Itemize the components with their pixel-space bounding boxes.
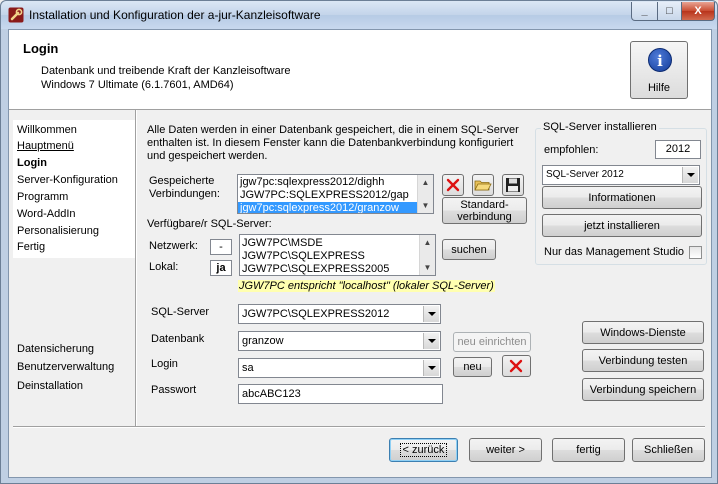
standard-connection-label-2: verbindung — [457, 210, 512, 223]
nav-item-datensicherung[interactable]: Datensicherung — [17, 343, 94, 355]
sql-version-select[interactable]: SQL-Server 2012 — [542, 165, 700, 185]
nav-item-personalisierung[interactable]: Personalisierung — [17, 225, 99, 237]
recommended-version: 2012 — [655, 140, 701, 159]
scroll-down-icon[interactable]: ▼ — [418, 198, 433, 213]
information-button[interactable]: Informationen — [542, 186, 702, 209]
search-servers-button[interactable]: suchen — [442, 239, 496, 260]
sidebar-nav: Willkommen Hauptmenü Login Server-Konfig… — [13, 120, 135, 258]
page-header: Login Datenbank und treibende Kraft der … — [9, 30, 711, 110]
new-setup-button[interactable]: neu einrichten — [453, 332, 531, 352]
database-select-value: granzow — [242, 335, 284, 347]
help-button-label: Hilfe — [647, 82, 670, 94]
sql-install-group-title: SQL-Server installieren — [541, 121, 659, 133]
delete-connection-button[interactable] — [442, 174, 464, 196]
close-window-button[interactable]: X — [681, 2, 715, 21]
vertical-divider-highlight — [136, 110, 137, 426]
network-value: - — [210, 239, 232, 255]
password-field[interactable]: abcABC123 — [238, 384, 443, 404]
open-folder-button[interactable] — [472, 174, 494, 196]
next-button[interactable]: weiter > — [469, 438, 542, 462]
red-x-icon — [509, 359, 523, 373]
close-button[interactable]: Schließen — [632, 438, 705, 462]
sqlserver-label: SQL-Server — [151, 306, 210, 318]
list-item[interactable]: JGW7PC\SQLEXPRESS2005 — [242, 263, 389, 275]
database-select[interactable]: granzow — [238, 331, 441, 351]
finish-button[interactable]: fertig — [552, 438, 625, 462]
saved-connections-label: Gespeicherte — [149, 175, 215, 187]
minimize-button[interactable]: _ — [631, 2, 658, 21]
chevron-down-icon[interactable] — [682, 167, 698, 183]
install-now-button[interactable]: jetzt installieren — [542, 214, 702, 237]
list-item[interactable]: jgw7pc:sqlexpress2012/dighh — [240, 176, 384, 189]
floppy-disk-icon — [506, 178, 520, 192]
server-list[interactable]: JGW7PC\MSDE JGW7PC\SQLEXPRESS JGW7PC\SQL… — [239, 234, 436, 276]
wrench-app-icon — [8, 7, 24, 23]
installer-window: Installation und Konfiguration der a-jur… — [0, 0, 718, 484]
login-select-value: sa — [242, 362, 254, 374]
windows-services-button[interactable]: Windows-Dienste — [582, 321, 704, 344]
local-value: ja — [210, 260, 232, 276]
chevron-down-icon[interactable] — [423, 306, 439, 322]
header-description: Datenbank und treibende Kraft der Kanzle… — [41, 65, 291, 77]
footer-divider-highlight — [13, 427, 705, 428]
nav-item-deinstallation[interactable]: Deinstallation — [17, 380, 83, 392]
test-connection-button[interactable]: Verbindung testen — [582, 349, 704, 372]
client-area: Login Datenbank und treibende Kraft der … — [8, 29, 712, 478]
maximize-button[interactable]: □ — [657, 2, 682, 21]
save-connection-icon-button[interactable] — [502, 174, 524, 196]
back-button[interactable]: < zurück — [389, 438, 458, 462]
saved-connections-label-2: Verbindungen: — [149, 188, 220, 200]
list-item[interactable]: JGW7PC\SQLEXPRESS — [242, 250, 365, 263]
info-text: Alle Daten werden in einer Datenbank ges… — [147, 124, 519, 162]
save-connection-button[interactable]: Verbindung speichern — [582, 378, 704, 401]
list-item-selected[interactable]: jgw7pc:sqlexpress2012/granzow — [238, 202, 417, 213]
nav-item-programm[interactable]: Programm — [17, 191, 68, 203]
scroll-up-icon[interactable]: ▲ — [418, 175, 433, 190]
scroll-up-icon[interactable]: ▲ — [420, 235, 435, 250]
nav-item-word-addin[interactable]: Word-AddIn — [17, 208, 76, 220]
window-title: Installation und Konfiguration der a-jur… — [29, 8, 321, 22]
mgmt-studio-only-label: Nur das Management Studio — [544, 246, 685, 258]
nav-item-willkommen[interactable]: Willkommen — [17, 124, 77, 136]
back-button-label: < zurück — [399, 443, 448, 457]
standard-connection-label-1: Standard- — [460, 198, 509, 211]
localhost-hint: JGW7PC entspricht "localhost" (lokaler S… — [238, 280, 495, 292]
database-label: Datenbank — [151, 333, 205, 345]
list-item[interactable]: JGW7PC\MSDE — [242, 237, 323, 250]
recommended-label: empfohlen: — [544, 144, 599, 156]
info-icon: i — [648, 48, 672, 72]
chevron-down-icon[interactable] — [423, 333, 439, 349]
list-item[interactable]: JGW7PC:SQLEXPRESS2012/gap — [240, 189, 409, 202]
local-label: Lokal: — [149, 261, 179, 273]
scroll-down-icon[interactable]: ▼ — [420, 260, 435, 275]
nav-item-hauptmenue[interactable]: Hauptmenü — [17, 140, 74, 152]
os-version: Windows 7 Ultimate (6.1.7601, AMD64) — [41, 79, 234, 91]
title-bar[interactable]: Installation und Konfiguration der a-jur… — [1, 1, 717, 29]
scrollbar[interactable]: ▲ ▼ — [417, 175, 433, 213]
saved-connections-list[interactable]: jgw7pc:sqlexpress2012/dighh JGW7PC:SQLEX… — [237, 174, 434, 214]
sqlserver-select-value: JGW7PC\SQLEXPRESS2012 — [242, 308, 390, 320]
password-label: Passwort — [151, 384, 197, 396]
available-servers-label: Verfügbare/r SQL-Server: — [147, 218, 272, 230]
login-select[interactable]: sa — [238, 358, 441, 378]
network-label: Netzwerk: — [149, 240, 198, 252]
new-login-button[interactable]: neu — [453, 357, 492, 377]
delete-login-button[interactable] — [502, 355, 531, 377]
nav-item-benutzerverwaltung[interactable]: Benutzerverwaltung — [17, 361, 114, 373]
help-button[interactable]: i Hilfe — [630, 41, 688, 99]
scrollbar[interactable]: ▲ ▼ — [419, 235, 435, 275]
page-title: Login — [23, 41, 59, 56]
folder-open-icon — [474, 180, 492, 191]
nav-item-fertig[interactable]: Fertig — [17, 241, 45, 253]
sql-version-select-value: SQL-Server 2012 — [546, 169, 624, 180]
mgmt-studio-only-checkbox[interactable] — [689, 246, 702, 259]
standard-connection-button[interactable]: Standard- verbindung — [442, 197, 527, 224]
chevron-down-icon[interactable] — [423, 360, 439, 376]
red-x-icon — [446, 178, 460, 192]
login-label: Login — [151, 358, 178, 370]
sqlserver-select[interactable]: JGW7PC\SQLEXPRESS2012 — [238, 304, 441, 324]
nav-item-server-konfiguration[interactable]: Server-Konfiguration — [17, 174, 118, 186]
nav-item-login[interactable]: Login — [17, 157, 47, 169]
